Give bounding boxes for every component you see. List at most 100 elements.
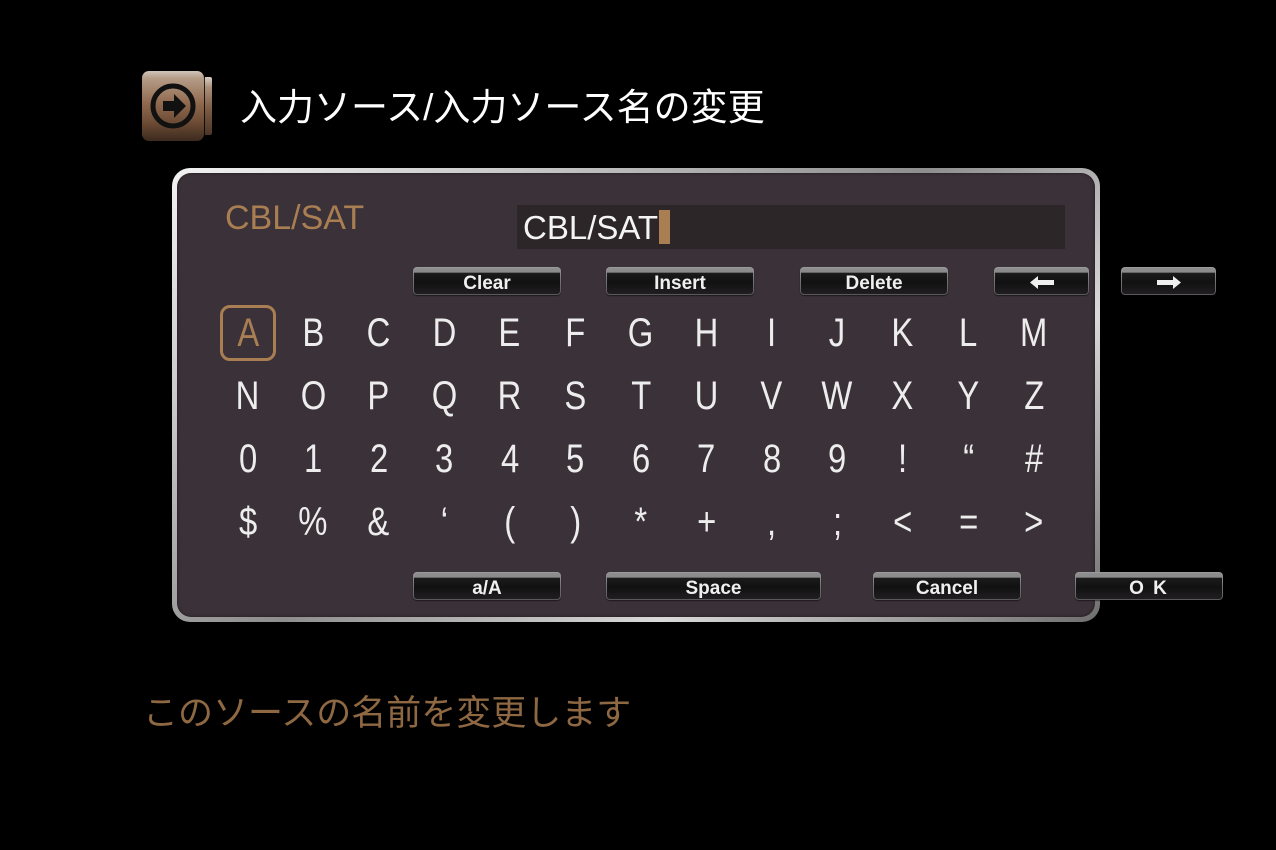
key-label: $	[238, 499, 257, 544]
cancel-button[interactable]: Cancel	[873, 572, 1021, 600]
key-label: Y	[957, 373, 980, 418]
name-input-value: CBL/SAT	[523, 208, 659, 246]
keyboard-row: ABCDEFGH I JKLM	[215, 301, 1067, 364]
key-V[interactable]: V	[739, 370, 805, 422]
key-T[interactable]: T	[608, 370, 674, 422]
key-label: J	[829, 310, 846, 355]
space-button-label: Space	[685, 577, 742, 599]
key-label: >	[1024, 499, 1044, 544]
key-Q[interactable]: Q	[412, 370, 478, 422]
key-([interactable]: (	[477, 496, 543, 548]
key-label: P	[367, 373, 390, 418]
key-,[interactable]: ,	[739, 496, 805, 548]
key-<[interactable]: <	[870, 496, 936, 548]
rename-dialog-body: CBL/SAT CBL/SAT Clear Insert Delete A B …	[177, 173, 1223, 617]
key-label: O	[300, 373, 327, 418]
key-5[interactable]: 5	[543, 433, 609, 485]
case-toggle-button-label: a/A	[472, 577, 502, 599]
key-3[interactable]: 3	[412, 433, 478, 485]
key-#[interactable]: #	[1001, 433, 1067, 485]
key-K[interactable]: K	[870, 307, 936, 359]
key-J[interactable]: J	[805, 307, 871, 359]
key-label: 9	[828, 436, 847, 481]
key-Z[interactable]: Z	[1001, 370, 1067, 422]
key-![interactable]: !	[870, 433, 936, 485]
key-H[interactable]: H	[674, 307, 740, 359]
name-input[interactable]: CBL/SAT	[517, 205, 1065, 249]
key-U[interactable]: U	[674, 370, 740, 422]
keyboard-row: 0 1 2 3 4 5 6 7 8 9! “ #	[215, 427, 1067, 490]
key-label: N	[235, 373, 260, 418]
cursor-left-button[interactable]	[994, 267, 1089, 295]
key-E[interactable]: E	[477, 307, 543, 359]
key-)[interactable]: )	[543, 496, 609, 548]
key-M[interactable]: M	[1001, 307, 1067, 359]
key-‘[interactable]: ‘	[412, 496, 478, 548]
ok-button[interactable]: O K	[1075, 572, 1223, 600]
key-N[interactable]: N	[215, 370, 281, 422]
key-label: =	[958, 499, 978, 544]
key-4[interactable]: 4	[477, 433, 543, 485]
cursor-right-button[interactable]	[1121, 267, 1216, 295]
key-label: 4	[500, 436, 519, 481]
key-8[interactable]: 8	[739, 433, 805, 485]
key-label: 3	[435, 436, 454, 481]
key-0[interactable]: 0	[215, 433, 281, 485]
key-R[interactable]: R	[477, 370, 543, 422]
icon-page-layer-back	[204, 77, 212, 135]
key-X[interactable]: X	[870, 370, 936, 422]
key-label: X	[891, 373, 914, 418]
source-name-label: CBL/SAT	[225, 199, 365, 237]
key-A[interactable]: A	[220, 304, 276, 361]
key-label: 1	[304, 436, 323, 481]
key-label: W	[821, 373, 853, 418]
key-label: C	[366, 310, 391, 355]
key-7[interactable]: 7	[674, 433, 740, 485]
key->[interactable]: >	[1001, 496, 1067, 548]
key-%[interactable]: %	[281, 496, 347, 548]
key-$[interactable]: $	[215, 496, 281, 548]
key-label: (	[504, 499, 516, 544]
key-B[interactable]: B	[281, 307, 347, 359]
key-D[interactable]: D	[412, 307, 478, 359]
key-6[interactable]: 6	[608, 433, 674, 485]
key-1[interactable]: 1	[281, 433, 347, 485]
clear-button[interactable]: Clear	[413, 267, 561, 295]
key-label: 6	[631, 436, 650, 481]
insert-button[interactable]: Insert	[606, 267, 754, 295]
key-Y[interactable]: Y	[936, 370, 1002, 422]
rename-dialog: CBL/SAT CBL/SAT Clear Insert Delete A B …	[172, 168, 1223, 622]
key-=[interactable]: =	[936, 496, 1002, 548]
key-label: Q	[431, 373, 458, 418]
keyboard-row: $% & ‘ () * +,; < = >	[215, 490, 1067, 553]
key-G[interactable]: G	[608, 307, 674, 359]
key-;[interactable]: ;	[805, 496, 871, 548]
key-label: B	[302, 310, 325, 355]
key-9[interactable]: 9	[805, 433, 871, 485]
key-&[interactable]: &	[346, 496, 412, 548]
text-caret	[659, 210, 671, 244]
space-button[interactable]: Space	[606, 572, 821, 600]
key-I[interactable]: I	[739, 307, 805, 359]
key-+[interactable]: +	[674, 496, 740, 548]
key-label: V	[760, 373, 783, 418]
icon-front-face	[142, 71, 204, 141]
key-L[interactable]: L	[936, 307, 1002, 359]
key-P[interactable]: P	[346, 370, 412, 422]
key-2[interactable]: 2	[346, 433, 412, 485]
key-*[interactable]: *	[608, 496, 674, 548]
key-label: &	[367, 499, 390, 544]
key-“[interactable]: “	[936, 433, 1002, 485]
key-C[interactable]: C	[346, 307, 412, 359]
insert-button-label: Insert	[654, 272, 706, 294]
key-W[interactable]: W	[805, 370, 871, 422]
key-S[interactable]: S	[543, 370, 609, 422]
key-label: ,	[767, 499, 777, 544]
key-F[interactable]: F	[543, 307, 609, 359]
case-toggle-button[interactable]: a/A	[413, 572, 561, 600]
key-label: !	[898, 436, 908, 481]
key-O[interactable]: O	[281, 370, 347, 422]
delete-button[interactable]: Delete	[800, 267, 948, 295]
key-label: F	[565, 310, 586, 355]
key-label: D	[432, 310, 457, 355]
